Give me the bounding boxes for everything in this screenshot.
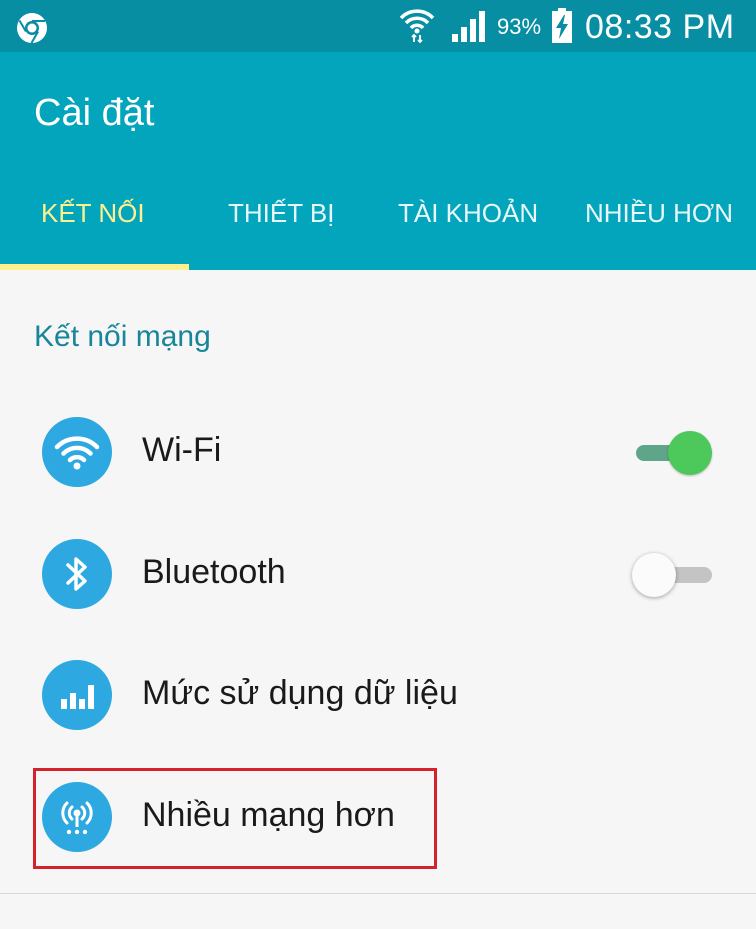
- active-tab-indicator: [0, 264, 189, 270]
- settings-item-wifi[interactable]: Wi-Fi: [0, 391, 756, 513]
- app-bar: Cài đặt KẾT NỐI THIẾT BỊ TÀI KHOẢN NHIỀU…: [0, 52, 756, 270]
- chrome-icon: [17, 13, 47, 44]
- status-time: 08:33 PM: [585, 8, 735, 46]
- settings-item-label: Mức sử dụng dữ liệu: [142, 674, 458, 712]
- battery-percent: 93%: [497, 14, 542, 39]
- battery-charging-icon: [552, 8, 572, 43]
- settings-item-bluetooth[interactable]: Bluetooth: [0, 513, 756, 635]
- bluetooth-icon: [42, 539, 112, 609]
- cell-signal-icon: [452, 11, 485, 42]
- highlight-annotation-box: [33, 768, 437, 869]
- wifi-icon: [42, 417, 112, 487]
- settings-item-data-usage[interactable]: Mức sử dụng dữ liệu: [0, 634, 756, 756]
- tab-accounts[interactable]: TÀI KHOẢN: [398, 198, 538, 229]
- tab-device[interactable]: THIẾT BỊ: [228, 198, 334, 229]
- bluetooth-toggle[interactable]: [628, 553, 716, 597]
- status-bar: 93% 08:33 PM: [0, 0, 756, 52]
- toggle-knob: [668, 431, 712, 475]
- settings-item-label: Bluetooth: [142, 553, 286, 591]
- tab-more[interactable]: NHIỀU HƠN: [585, 198, 733, 229]
- wifi-toggle[interactable]: [628, 431, 716, 475]
- section-header: Kết nối mạng: [34, 320, 211, 353]
- data-usage-icon: [42, 660, 112, 730]
- toggle-knob: [632, 553, 676, 597]
- wifi-icon: [399, 9, 435, 44]
- tab-connections[interactable]: KẾT NỐI: [41, 198, 145, 229]
- settings-item-label: Wi-Fi: [142, 431, 222, 469]
- page-title: Cài đặt: [34, 92, 155, 134]
- divider: [0, 893, 756, 894]
